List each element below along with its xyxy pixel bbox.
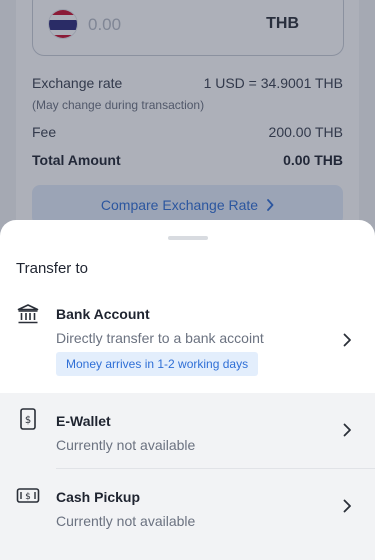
bank-icon — [17, 304, 39, 324]
option-title: Cash Pickup — [56, 489, 141, 505]
transfer-option-cash-pickup[interactable]: $ Cash Pickup Currently not available — [0, 469, 375, 560]
chevron-right-icon — [343, 333, 351, 347]
transfer-to-sheet: Transfer to Bank Account Directly transf… — [0, 220, 375, 560]
chevron-right-icon — [343, 499, 351, 513]
option-subtitle: Directly transfer to a bank accoint — [56, 330, 264, 346]
transfer-option-bank-account[interactable]: Bank Account Directly transfer to a bank… — [0, 290, 375, 393]
option-title: E-Wallet — [56, 413, 111, 429]
option-subtitle: Currently not available — [56, 513, 196, 529]
arrival-time-badge: Money arrives in 1-2 working days — [56, 352, 259, 376]
chevron-right-icon — [343, 423, 351, 437]
sheet-title: Transfer to — [16, 260, 88, 277]
wallet-icon: $ — [20, 408, 36, 430]
svg-text:$: $ — [25, 415, 31, 426]
svg-text:$: $ — [25, 492, 31, 502]
transfer-option-e-wallet[interactable]: $ E-Wallet Currently not available — [0, 393, 375, 469]
option-title: Bank Account — [56, 306, 150, 322]
option-subtitle: Currently not available — [56, 437, 196, 453]
sheet-drag-handle[interactable] — [168, 236, 208, 240]
cash-icon: $ — [16, 488, 40, 503]
